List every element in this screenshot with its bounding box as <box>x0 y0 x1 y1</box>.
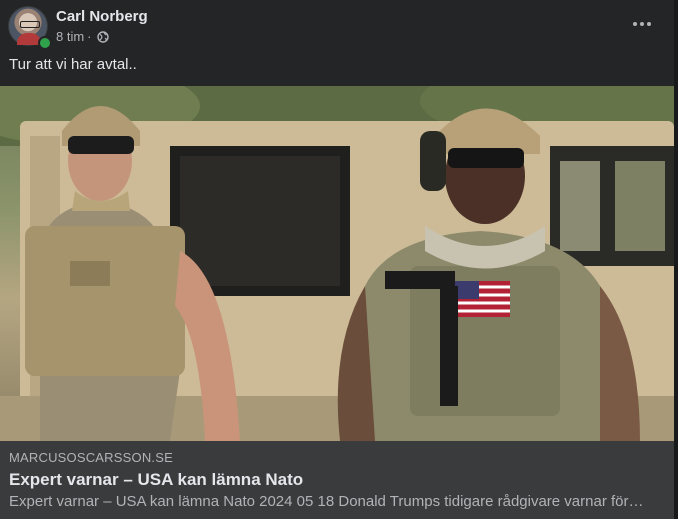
post-header: Carl Norberg 8 tim · <box>8 6 668 50</box>
globe-icon[interactable] <box>96 30 109 43</box>
link-preview[interactable]: MARCUSOSCARSSON.SE Expert varnar – USA k… <box>0 441 674 519</box>
avatar-glasses <box>20 21 40 28</box>
post-timestamp[interactable]: 8 tim <box>56 29 84 44</box>
link-preview-image[interactable] <box>0 86 674 441</box>
dot <box>633 22 637 26</box>
dot <box>640 22 644 26</box>
link-description: Expert varnar – USA kan lämna Nato 2024 … <box>9 493 644 510</box>
link-title[interactable]: Expert varnar – USA kan lämna Nato <box>9 470 303 490</box>
link-domain: MARCUSOSCARSSON.SE <box>9 450 173 465</box>
online-status-indicator <box>38 36 52 50</box>
post-text: Tur att vi har avtal.. <box>9 56 137 73</box>
soldiers-photo <box>0 86 674 441</box>
author-name[interactable]: Carl Norberg <box>56 8 148 25</box>
meta-separator: · <box>87 29 92 44</box>
post-meta: 8 tim · <box>56 29 109 44</box>
dot <box>647 22 651 26</box>
feed-post: Carl Norberg 8 tim · Tur att vi har avta… <box>0 0 674 519</box>
more-horizontal-icon[interactable] <box>628 14 656 34</box>
